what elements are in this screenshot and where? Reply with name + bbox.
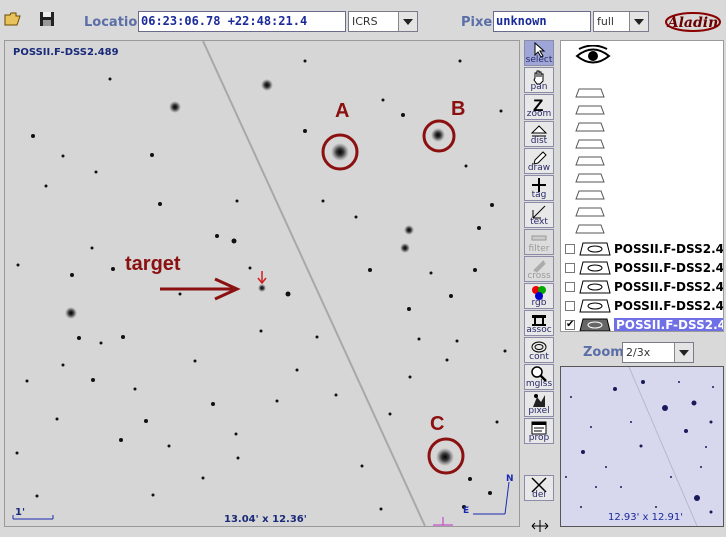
tool-assoc[interactable]: assoc [524,310,554,336]
pixel-mode-value: full [597,15,614,28]
eye-icon[interactable] [575,44,611,67]
image-view[interactable]: A B C target N E 1' 13.04' x 12.36' POSS… [4,40,520,527]
layer-row[interactable]: POSSII.F-DSS2.4 [563,279,723,296]
layer-name: POSSII.F-DSS2.4 [614,299,724,313]
empty-plane-slot[interactable] [575,219,605,234]
zoom-select[interactable]: 2/3x [622,342,694,363]
location-field[interactable]: 06:23:06.78 +22:48:21.4 [138,11,346,32]
aladin-logo[interactable]: Aladin [664,6,722,36]
empty-plane-slot[interactable] [575,185,605,200]
empty-plane-slot[interactable] [575,83,605,98]
layer-visibility-checkbox[interactable] [565,263,575,273]
layer-row[interactable]: POSSII.F-DSS2.4 [563,298,723,315]
pixel-mode-select[interactable]: full [593,11,649,32]
scale-label: 1' [15,507,25,518]
pixel-label: Pixel [461,15,497,30]
tool-label: pixel [528,406,550,416]
layer-thumbnail-icon [579,261,611,275]
field-size-label: 13.04' x 12.36' [224,514,307,525]
tool-select[interactable]: select [524,40,554,66]
zoom-label: Zoom [583,345,624,360]
tool-prop[interactable]: prop [524,418,554,444]
layer-thumbnail-icon [579,280,611,294]
layer-name: POSSII.F-DSS2.4 [614,242,724,256]
layer-thumbnail-icon [579,318,611,331]
tool-label: draw [527,163,551,173]
folder-open-icon[interactable] [4,10,22,28]
empty-plane-slot[interactable] [575,151,605,166]
overview-panel[interactable]: 12.93' x 12.91' [560,366,724,527]
tool-text[interactable]: text [524,202,554,228]
tool-rgb[interactable]: rgb [524,283,554,309]
layer-visibility-checkbox[interactable] [565,282,575,292]
empty-plane-slot[interactable] [575,202,605,217]
tool-label: cross [527,271,551,281]
compass-east: E [463,506,469,516]
tool-label: del [532,490,546,500]
layer-visibility-checkbox[interactable] [565,301,575,311]
chevron-down-icon[interactable] [629,12,648,31]
empty-plane-slot[interactable] [575,117,605,132]
layer-thumbnail-icon [579,242,611,256]
layer-row[interactable]: POSSII.F-DSS2.4 [563,241,723,258]
tool-label: pan [530,82,548,92]
layer-visibility-checkbox[interactable]: ✔ [565,320,575,330]
tool-label: assoc [526,325,552,335]
overview-image[interactable]: 12.93' x 12.91' [561,367,723,526]
tool-del[interactable]: del [524,475,554,501]
tool-tag[interactable]: tag [524,175,554,201]
empty-plane-slot[interactable] [575,168,605,183]
overview-field-size: 12.93' x 12.91' [608,512,683,523]
tool-cont[interactable]: cont [524,337,554,363]
layer-name: POSSII.F-DSS2.4 [614,318,723,331]
tool-dist[interactable]: dist [524,121,554,147]
tool-label: select [525,55,553,65]
floppy-disk-icon[interactable] [38,10,56,28]
survey-label: POSSII.F-DSS2.489 [13,47,119,58]
frame-select[interactable]: ICRS [348,11,418,32]
tool-label: mglss [525,379,553,389]
marker-label-b: B [451,98,465,120]
top-toolbar: Location 06:23:06.78 +22:48:21.4 ICRS Pi… [0,0,726,40]
layer-stack-panel[interactable]: POSSII.F-DSS2.4 POSSII.F-DSS2.4 POSSII.F… [560,40,724,332]
chevron-down-icon[interactable] [674,343,693,362]
move-arrows-icon[interactable] [531,518,549,532]
marker-label-a: A [335,100,349,122]
layer-name: POSSII.F-DSS2.4 [614,280,724,294]
tool-mglss[interactable]: mglss [524,364,554,390]
tool-label: dist [530,136,548,146]
marker-label-c: C [430,413,444,435]
tool-label: tag [531,190,547,200]
empty-plane-slot[interactable] [575,134,605,149]
frame-select-value: ICRS [352,15,378,28]
tool-label: cont [529,352,549,362]
tool-filter[interactable]: filter [524,229,554,255]
tool-draw[interactable]: draw [524,148,554,174]
pixel-field[interactable]: unknown [493,11,591,32]
tool-label: text [530,217,548,227]
tool-label: rgb [531,298,547,308]
sky-image[interactable]: A B C target N E 1' 13.04' x 12.36' POSS… [5,41,519,526]
tool-pixel[interactable]: pixel [524,391,554,417]
tool-zoom[interactable]: Z zoom [524,94,554,120]
target-label: target [125,253,181,275]
layer-row-selected[interactable]: ✔ POSSII.F-DSS2.4 [563,317,723,331]
tool-label: prop [528,433,550,443]
tool-cross[interactable]: cross [524,256,554,282]
layer-visibility-checkbox[interactable] [565,244,575,254]
tool-label: filter [528,244,550,254]
chevron-down-icon[interactable] [398,12,417,31]
tool-pan[interactable]: pan [524,67,554,93]
tool-label: zoom [526,109,552,119]
aladin-logo-text: Aladin [666,15,719,31]
layer-thumbnail-icon [579,299,611,313]
empty-plane-slot[interactable] [575,100,605,115]
compass-north: N [506,474,514,484]
layer-name: POSSII.F-DSS2.4 [614,261,724,275]
layer-row[interactable]: POSSII.F-DSS2.4 [563,260,723,277]
zoom-value: 2/3x [626,346,651,359]
